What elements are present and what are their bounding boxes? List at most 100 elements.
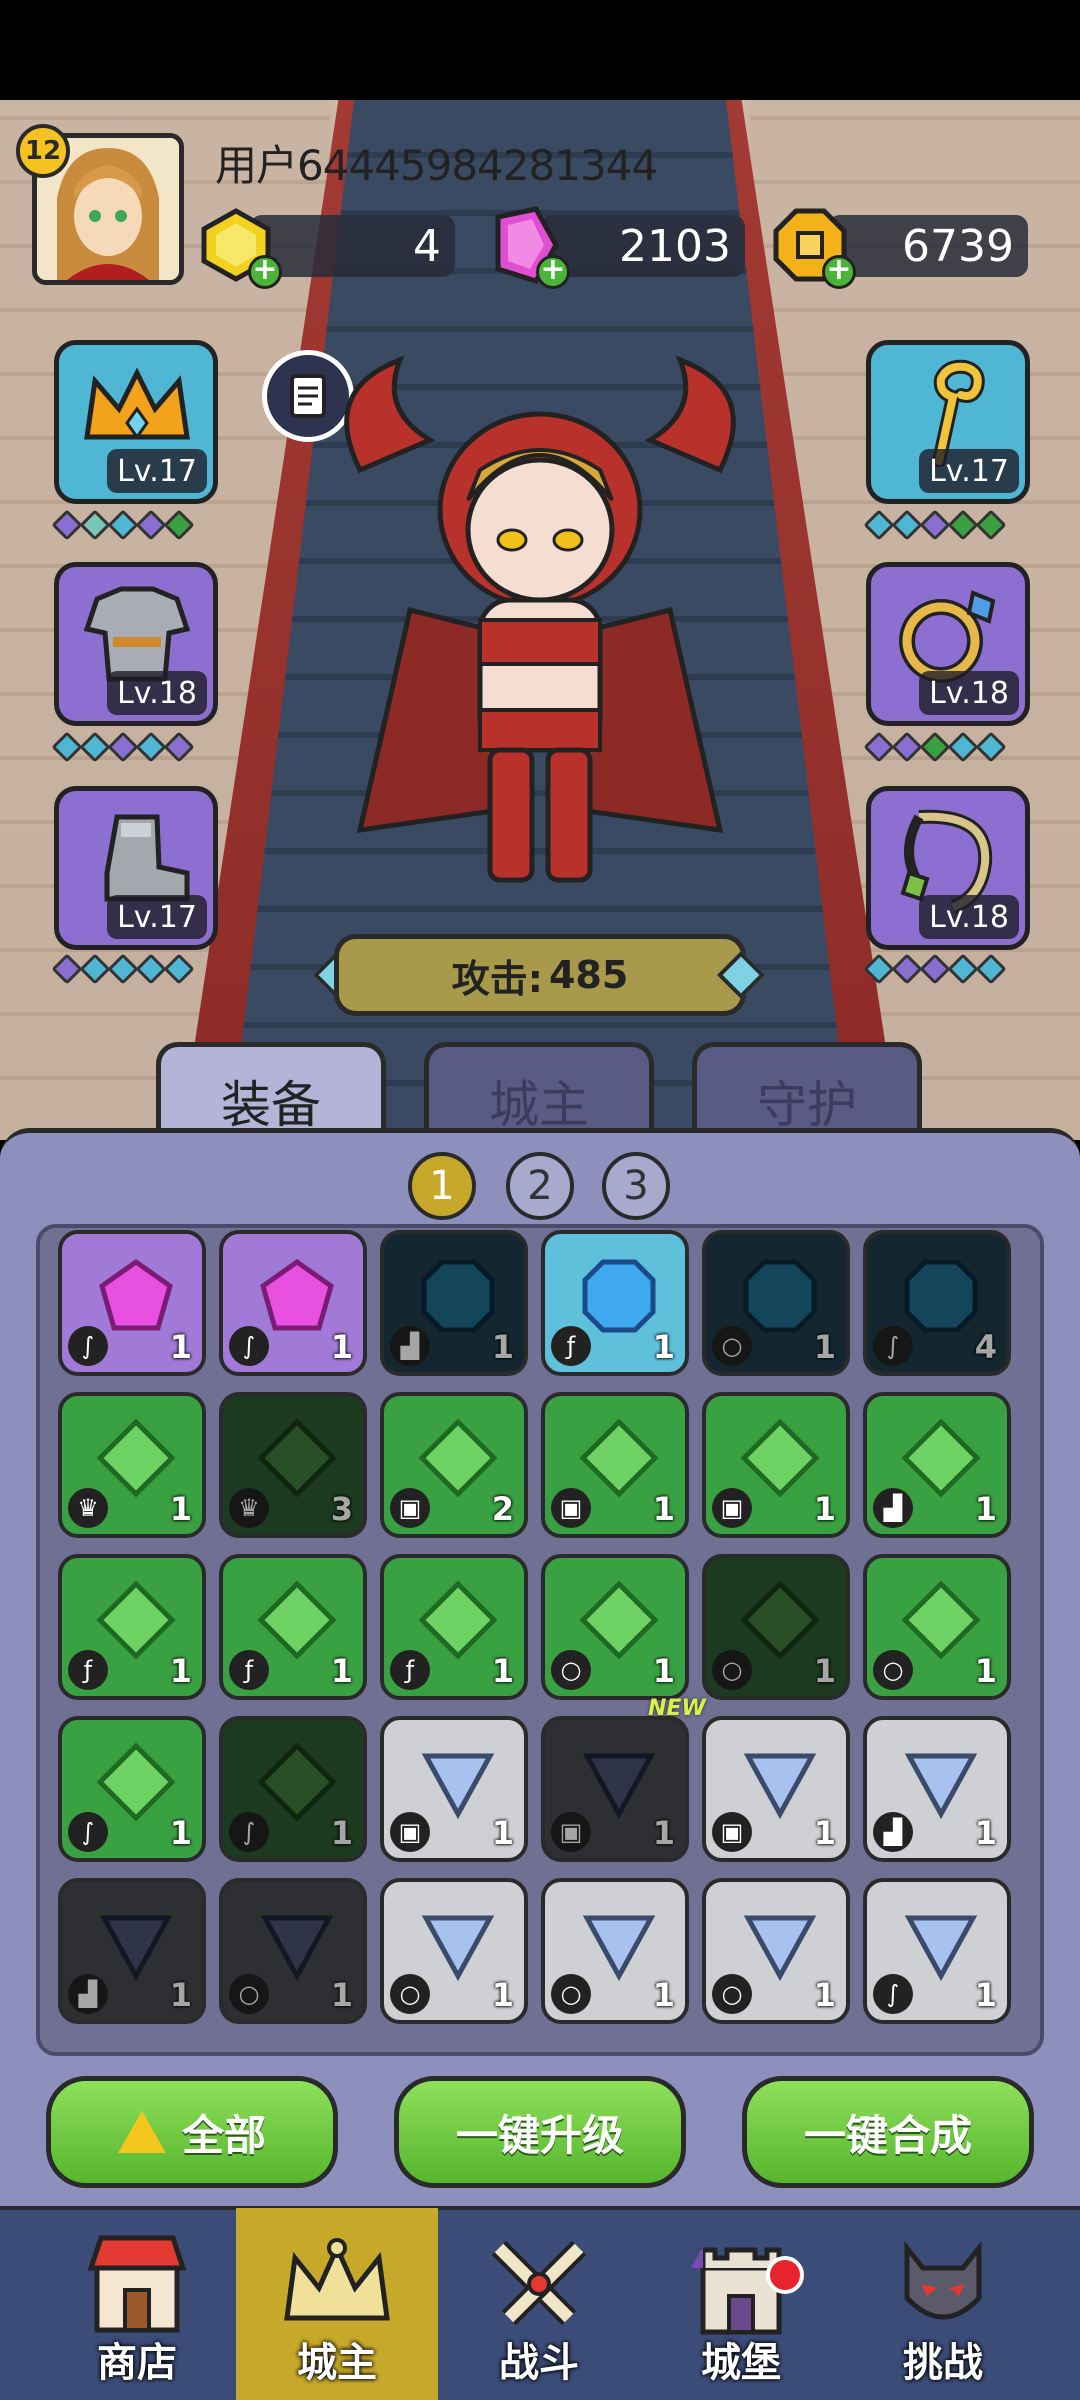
inventory-gem-slot[interactable]: ♛ 3 <box>219 1392 367 1538</box>
gold-coin-icon[interactable]: + <box>770 205 856 289</box>
add-pink-crystal-icon[interactable]: + <box>536 255 570 289</box>
gem-icon <box>257 1580 337 1660</box>
inventory-gem-slot[interactable]: ∫ 1 <box>58 1230 206 1376</box>
ring-type-icon: ○ <box>712 1650 752 1690</box>
gem-icon <box>96 1580 176 1660</box>
nav-lord-label: 城主 <box>297 2340 377 2386</box>
staff-type-icon: ƒ <box>551 1326 591 1366</box>
gem-count: 1 <box>491 1328 514 1366</box>
gem-icon <box>582 1753 656 1820</box>
gem-icon <box>901 1580 981 1660</box>
nav-shop-label: 商店 <box>97 2340 177 2386</box>
nav-battle[interactable]: 战斗 <box>438 2208 640 2400</box>
pink-crystal-counter: 2103 <box>540 215 745 277</box>
gem-count: 1 <box>974 1490 997 1528</box>
gem-icon <box>96 1418 176 1498</box>
boots-level: Lv.17 <box>107 895 207 939</box>
new-tag: NEW <box>648 1696 706 1721</box>
inventory-gem-slot[interactable]: ▣ 1 <box>380 1716 528 1862</box>
gem-count: 1 <box>169 1814 192 1852</box>
inventory-gem-slot[interactable]: ∫ 1 <box>863 1878 1011 2024</box>
one-click-upgrade-button[interactable]: 一键升级 <box>394 2076 686 2188</box>
gem-icon <box>421 1915 495 1982</box>
inventory-gem-slot[interactable]: ○ 1 <box>863 1554 1011 1700</box>
equip-slot-crown[interactable]: Lv.17 <box>54 340 218 504</box>
equip-slot-armor[interactable]: Lv.18 <box>54 562 218 726</box>
yellow-gem-icon[interactable]: + <box>196 205 282 289</box>
inventory-gem-slot[interactable]: ▟ 1 <box>863 1716 1011 1862</box>
gem-icon <box>421 1259 495 1333</box>
ring-type-icon: ○ <box>229 1974 269 2014</box>
inventory-gem-slot[interactable]: ƒ1 <box>58 1554 206 1700</box>
inventory-gem-slot[interactable]: ○ 1 <box>702 1554 850 1700</box>
nav-castle[interactable]: 城堡 <box>640 2208 842 2400</box>
gem-count: 1 <box>330 1976 353 2014</box>
gem-icon <box>260 1258 334 1331</box>
inventory-gem-slot[interactable]: ▣ 1 <box>541 1716 689 1862</box>
inventory-gem-slot[interactable]: ƒ1 <box>380 1554 528 1700</box>
inventory-gem-slot[interactable]: ∫ 1 <box>58 1716 206 1862</box>
gem-count: 1 <box>652 1490 675 1528</box>
inventory-gem-slot[interactable]: ○ 1 <box>380 1878 528 2024</box>
inventory-gem-slot[interactable]: ƒ1 <box>541 1230 689 1376</box>
merge-label: 一键合成 <box>803 2110 972 2160</box>
gem-icon <box>579 1580 659 1660</box>
equip-slot-staff[interactable]: Lv.17 <box>866 340 1030 504</box>
gem-count: 1 <box>813 1490 836 1528</box>
ring-type-icon: ○ <box>873 1650 913 1690</box>
ring-type-icon: ○ <box>551 1650 591 1690</box>
filter-all-button[interactable]: 全部 <box>46 2076 338 2188</box>
hero-character[interactable] <box>300 350 780 910</box>
armor-type-icon: ▣ <box>390 1812 430 1852</box>
gem-icon <box>582 1915 656 1982</box>
inventory-grid: ∫ 1 ∫ 1 ▟ 1 ƒ 1 ○ 1 ∫ 4 ♛ 1 ♛ 3 ▣ 2 ▣ 1 ▣ 1 ▟ 1 ƒ 1 ƒ 1 ƒ 1 ○ 1 ○ 1 ○ 1 ∫ 1 ∫ 1… <box>36 1224 1044 2056</box>
inventory-gem-slot[interactable]: ○ 1 <box>541 1878 689 2024</box>
ring-type-icon: ○ <box>390 1974 430 2014</box>
inventory-gem-slot[interactable]: ▟ 1 <box>863 1392 1011 1538</box>
equip-slot-boots[interactable]: Lv.17 <box>54 786 218 950</box>
armor-type-icon: ▣ <box>712 1488 752 1528</box>
inventory-gem-slot[interactable]: ♛ 1 <box>58 1392 206 1538</box>
boots-type-icon: ▟ <box>873 1488 913 1528</box>
attack-label: 攻击: <box>451 956 543 1001</box>
amulet-type-icon: ∫ <box>229 1812 269 1852</box>
player-level-badge: 12 <box>16 124 70 178</box>
gem-count: 1 <box>169 1490 192 1528</box>
gem-count: 1 <box>652 1976 675 2014</box>
inventory-gem-slot[interactable]: ∫ 1 <box>219 1230 367 1376</box>
add-yellow-gem-icon[interactable]: + <box>248 255 282 289</box>
one-click-merge-button[interactable]: 一键合成 <box>742 2076 1034 2188</box>
inventory-gem-slot[interactable]: ▣ 1 <box>702 1392 850 1538</box>
equip-slot-amulet[interactable]: Lv.18 <box>866 786 1030 950</box>
add-gold-coin-icon[interactable]: + <box>822 255 856 289</box>
inventory-gem-slot[interactable]: ▣ 2 <box>380 1392 528 1538</box>
attack-value: 485 <box>548 953 629 997</box>
nav-lord[interactable]: 城主 <box>236 2208 438 2400</box>
nav-challenge[interactable]: 挑战 <box>842 2208 1044 2400</box>
page-1-button[interactable]: 1 <box>408 1152 476 1220</box>
inventory-gem-slot[interactable]: ∫ 4 <box>863 1230 1011 1376</box>
gem-icon <box>740 1418 820 1498</box>
nav-shop[interactable]: 商店 <box>36 2208 238 2400</box>
page-3-button[interactable]: 3 <box>602 1152 670 1220</box>
inventory-gem-slot[interactable]: ƒ1 <box>219 1554 367 1700</box>
inventory-gem-slot[interactable]: ○ 1 <box>702 1230 850 1376</box>
inventory-gem-slot[interactable]: ▣ 1 <box>702 1716 850 1862</box>
amulet-level: Lv.18 <box>919 895 1019 939</box>
inventory-gem-slot[interactable]: ○ 1 <box>541 1554 689 1700</box>
inventory-gem-slot[interactable]: ○ 1 <box>219 1878 367 2024</box>
inventory-gem-slot[interactable]: ▟ 1 <box>380 1230 528 1376</box>
page-2-button[interactable]: 2 <box>506 1152 574 1220</box>
inventory-gem-slot[interactable]: ▟ 1 <box>58 1878 206 2024</box>
gem-count: 1 <box>813 1814 836 1852</box>
boots-type-icon: ▟ <box>873 1812 913 1852</box>
inventory-gem-slot[interactable]: ∫ 1 <box>219 1716 367 1862</box>
equip-slot-ring[interactable]: Lv.18 <box>866 562 1030 726</box>
gem-count: 4 <box>974 1328 997 1366</box>
gem-icon <box>99 1915 173 1982</box>
ring-star-gems <box>863 731 1007 766</box>
inventory-gem-slot[interactable]: ▣ 1 <box>541 1392 689 1538</box>
attack-bar: 攻击: 485 <box>334 934 746 1016</box>
pink-crystal-icon[interactable]: + <box>484 205 570 289</box>
inventory-gem-slot[interactable]: ○ 1 <box>702 1878 850 2024</box>
